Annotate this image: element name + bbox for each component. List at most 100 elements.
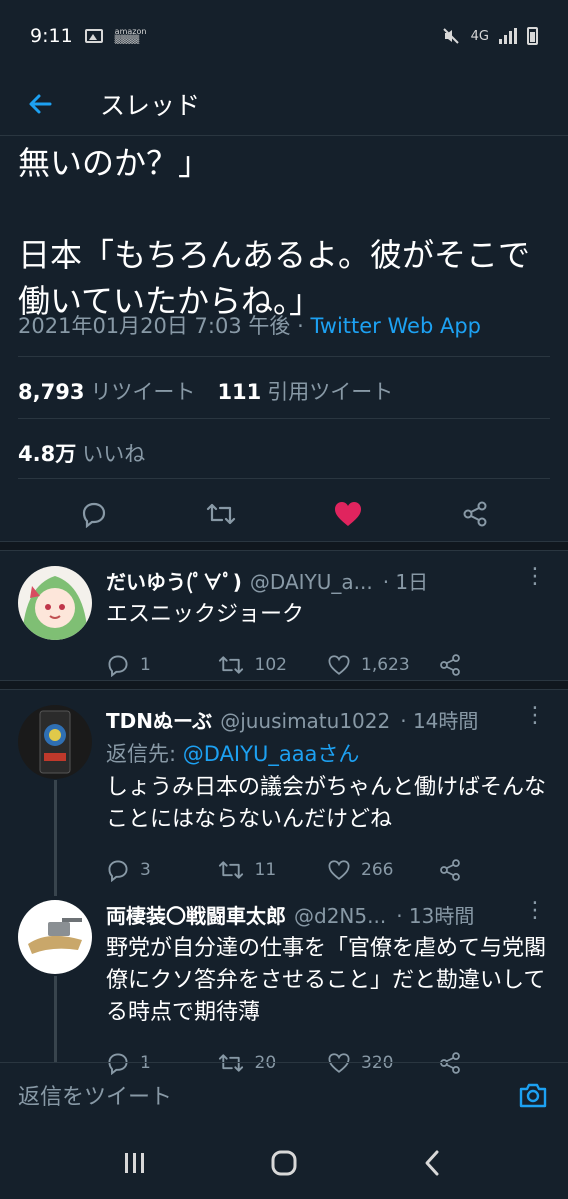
back-icon (425, 1150, 439, 1175)
reply-reply-button[interactable]: 3 (106, 858, 217, 882)
reply-like-button[interactable]: 1,623 (327, 653, 438, 677)
reply-author-name[interactable]: だいゆう(ﾟ∀ﾟ) (106, 566, 242, 595)
like-icon (328, 655, 350, 675)
retweet-count: 102 (254, 655, 287, 675)
home-icon (271, 1150, 297, 1175)
reply-count: 1 (140, 655, 151, 675)
reply-icon (82, 502, 105, 528)
share-icon (439, 654, 460, 676)
like-count: 1,623 (361, 655, 410, 675)
amazon-notification-icon: amazon ▒▒▒▒ (114, 27, 147, 44)
retweet-button[interactable] (197, 490, 245, 538)
quotes-stat[interactable]: 111 引用ツイート (217, 376, 393, 406)
top-bar: スレッド (0, 72, 568, 136)
reply-time: · 14時間 (400, 709, 479, 733)
divider (18, 418, 550, 419)
reply-author-name[interactable]: 両棲装〇戦闘車太郎 (106, 900, 286, 929)
more-icon[interactable]: ⋮ (524, 566, 546, 588)
reply-button[interactable] (70, 490, 118, 538)
reply-header: 両棲装〇戦闘車太郎 @d2N5... · 13時間 (106, 900, 548, 929)
more-icon[interactable]: ⋮ (524, 900, 546, 922)
reply-like-button[interactable]: 266 (327, 858, 438, 882)
network-type: 4G (470, 28, 489, 44)
retweets-stat[interactable]: 8,793 リツイート (18, 376, 195, 406)
recent-apps-icon (124, 1152, 144, 1173)
retweet-icon (206, 503, 235, 525)
tweet-source-link[interactable]: Twitter Web App (310, 314, 481, 338)
status-time: 9:11 (30, 25, 73, 47)
reply-author-handle[interactable]: @d2N5... (294, 904, 386, 928)
quotes-count: 111 (217, 380, 262, 404)
share-button[interactable] (451, 490, 499, 538)
share-icon (439, 859, 460, 881)
signal-icon (499, 28, 517, 44)
likes-stat[interactable]: 4.8万 いいね (18, 438, 145, 468)
likes-count: 4.8万 (18, 442, 77, 466)
reply-author-name[interactable]: TDNぬーぶ (106, 705, 212, 734)
recent-apps-button[interactable] (105, 1133, 165, 1193)
likes-label: いいね (82, 442, 146, 466)
reply-icon (108, 860, 128, 882)
like-button[interactable] (324, 490, 372, 538)
share-icon (463, 501, 486, 527)
camera-icon (519, 1083, 547, 1107)
reply-author-handle[interactable]: @DAIYU_a... (250, 570, 373, 594)
camera-button[interactable] (516, 1078, 550, 1112)
reply-retweet-button[interactable]: 102 (217, 653, 328, 677)
retweets-label: リツイート (90, 380, 196, 404)
reply-icon (108, 655, 128, 677)
meta-separator: · (290, 314, 311, 338)
like-icon (334, 502, 361, 526)
reply-to-user[interactable]: @DAIYU_aaaさん (183, 742, 360, 766)
reply-time: · 13時間 (396, 904, 475, 928)
retweet-icon (218, 656, 243, 674)
reply-author-handle[interactable]: @juusimatu1022 (220, 709, 390, 733)
battery-icon (527, 27, 538, 45)
avatar[interactable] (18, 566, 92, 640)
like-icon (328, 860, 350, 880)
back-arrow-icon (29, 94, 52, 113)
compose-bar: 返信をツイート (0, 1062, 568, 1126)
tweet-stats: 8,793 リツイート 111 引用ツイート (18, 376, 393, 406)
system-back-button[interactable] (403, 1133, 463, 1193)
status-bar: 9:11 amazon ▒▒▒▒ 4G (0, 0, 568, 72)
reply-actions: 3 11 266 (106, 858, 548, 882)
section-separator (0, 541, 568, 551)
section-separator (0, 680, 568, 690)
reply-compose-input[interactable]: 返信をツイート (18, 1079, 516, 1111)
like-count: 266 (361, 860, 394, 880)
reply-text: しょうみ日本の議会がちゃんと働けばそんなことにはならないんだけどね (106, 775, 547, 832)
reply-time: · 1日 (382, 570, 429, 594)
quotes-label: 引用ツイート (267, 380, 394, 404)
divider (18, 356, 550, 357)
tweet-actions (0, 490, 568, 538)
avatar[interactable] (18, 705, 92, 779)
system-nav-bar (0, 1126, 568, 1199)
reply-header: TDNぬーぶ @juusimatu1022 · 14時間 (106, 705, 548, 734)
reply-count: 3 (140, 860, 151, 880)
mute-icon (442, 28, 459, 44)
reply-header: だいゆう(ﾟ∀ﾟ) @DAIYU_a... · 1日 (106, 566, 548, 595)
reply-retweet-button[interactable]: 11 (217, 858, 328, 882)
gallery-icon (84, 29, 103, 43)
divider (18, 478, 550, 479)
retweets-count: 8,793 (18, 380, 85, 404)
avatar[interactable] (18, 900, 92, 974)
reply-text: エスニックジョーク (106, 602, 305, 627)
tweet-meta: 2021年01月20日 7:03 午後 · Twitter Web App (18, 310, 481, 340)
retweet-count: 11 (254, 860, 277, 880)
reply-actions: 1 102 1,623 (106, 653, 548, 677)
reply-to-label: 返信先: (106, 742, 183, 766)
reply-to: 返信先: @DAIYU_aaaさん (106, 738, 548, 768)
reply-reply-button[interactable]: 1 (106, 653, 217, 677)
back-button[interactable] (0, 72, 80, 136)
reply-share-button[interactable] (438, 858, 549, 882)
reply-text: 野党が自分達の仕事を「官僚を虐めて与党閣僚にクソ答弁をさせること」だと勘違いして… (106, 936, 547, 1025)
tweet-text: 無いのか？」 日本「もちろんあるよ。彼がそこで働いていたからね。」 (18, 144, 531, 320)
tweet-date: 2021年01月20日 7:03 午後 (18, 314, 291, 338)
retweet-icon (218, 861, 243, 879)
home-button[interactable] (254, 1133, 314, 1193)
more-icon[interactable]: ⋮ (524, 705, 546, 727)
thread-line (54, 780, 57, 896)
reply-share-button[interactable] (438, 653, 549, 677)
